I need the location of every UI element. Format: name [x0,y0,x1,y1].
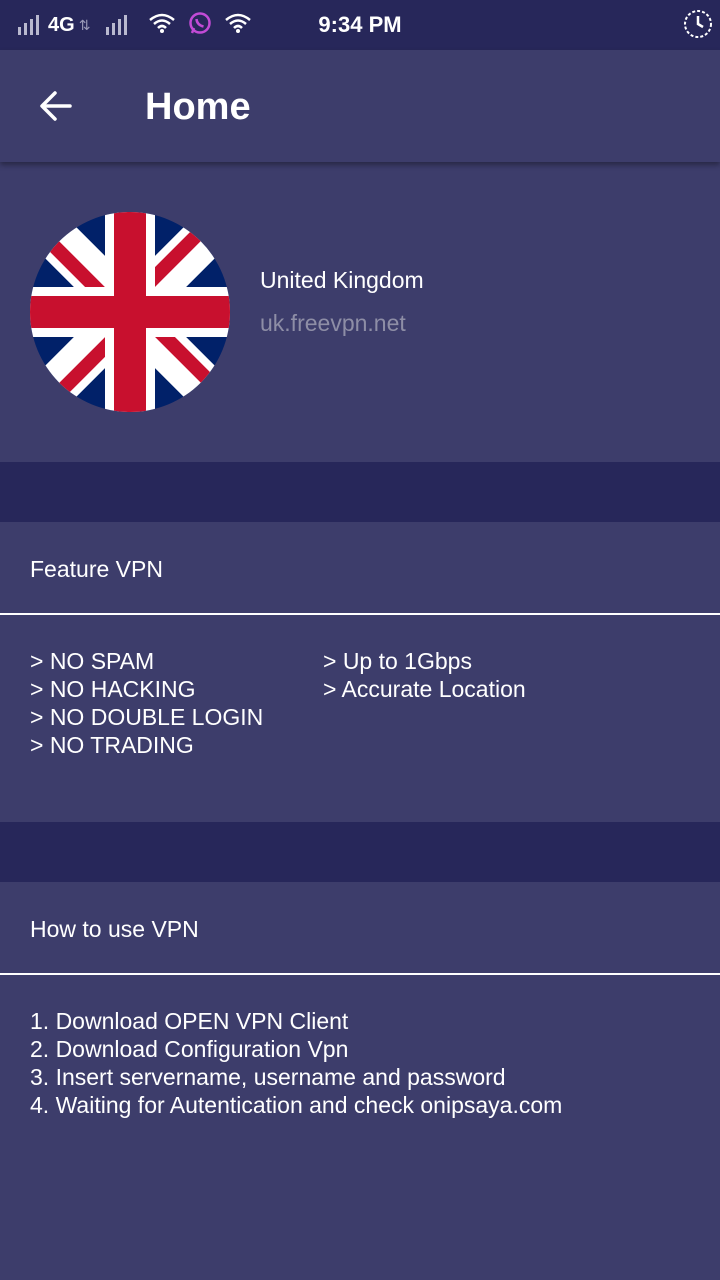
step-item: 3. Insert servername, username and passw… [30,1064,506,1090]
feature-item: > NO TRADING [30,732,194,758]
arrow-left-icon [40,91,72,121]
features-title: Feature VPN [30,556,163,582]
howto-title: How to use VPN [30,916,199,942]
features-left-list: > NO SPAM > NO HACKING > NO DOUBLE LOGIN… [30,647,263,759]
howto-body: 1. Download OPEN VPN Client 2. Download … [0,975,720,1280]
clock-icon [682,8,714,45]
signal-icon [18,15,42,35]
whatsapp-icon [188,11,212,40]
features-right-list: > Up to 1Gbps > Accurate Location [323,647,526,703]
server-card[interactable]: United Kingdom uk.freevpn.net [0,162,720,462]
page-title: Home [145,86,251,128]
feature-item: > NO SPAM [30,648,155,674]
status-bar: 4G ⇅ 9:34 PM [0,0,720,50]
signal-icon [106,15,130,35]
server-country: United Kingdom [260,267,424,293]
wifi-icon [148,12,176,39]
status-left: 4G ⇅ [18,10,252,40]
feature-item: > NO DOUBLE LOGIN [30,704,264,730]
wifi-icon [224,12,252,39]
section-divider [0,462,720,522]
howto-header: How to use VPN [0,882,720,975]
united-kingdom-flag [30,212,230,412]
step-item: 1. Download OPEN VPN Client [30,1008,349,1034]
server-host: uk.freevpn.net [260,310,406,336]
feature-item: > Accurate Location [323,676,526,702]
features-header: Feature VPN [0,522,720,615]
data-arrows-icon: ⇅ [78,16,91,33]
step-item: 4. Waiting for Autentication and check o… [30,1092,563,1118]
status-time: 9:34 PM [318,12,402,37]
network-type: 4G [48,13,75,36]
feature-item: > NO HACKING [30,676,196,702]
app-bar: Home [0,50,720,162]
feature-item: > Up to 1Gbps [323,648,472,674]
step-item: 2. Download Configuration Vpn [30,1036,349,1062]
features-body: > NO SPAM > NO HACKING > NO DOUBLE LOGIN… [0,615,720,822]
howto-steps: 1. Download OPEN VPN Client 2. Download … [30,1007,562,1119]
back-button[interactable] [26,76,86,136]
section-divider [0,822,720,882]
